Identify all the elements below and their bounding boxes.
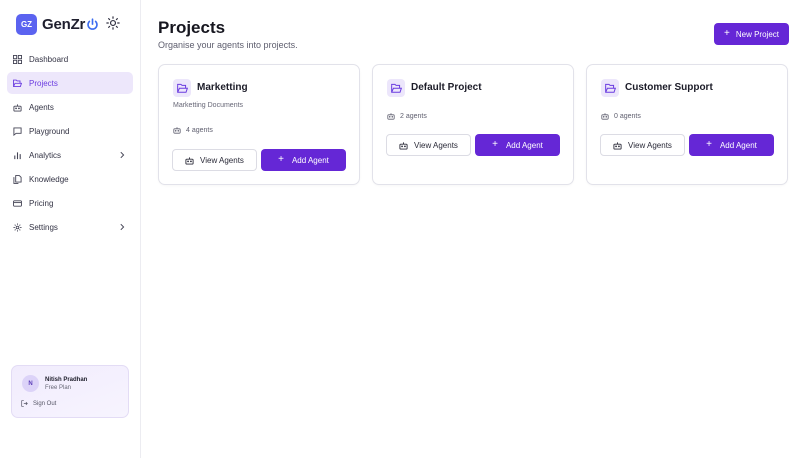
project-card-default-project: Default Project 2 agents View Agents + A… [372,64,574,185]
sidebar-item-knowledge[interactable]: Knowledge [7,168,133,190]
user-plan: Free Plan [45,385,72,391]
chevron-right-icon [120,223,125,231]
view-agents-button[interactable]: View Agents [386,134,471,156]
user-name: Nitish Pradhan [45,377,88,383]
project-description: Marketting Documents [173,102,244,109]
sidebar-item-label: Agents [29,102,54,112]
view-agents-label: View Agents [628,140,672,150]
plus-icon: + [706,139,712,150]
sidebar-item-label: Projects [29,78,58,88]
add-agent-button[interactable]: + Add Agent [261,149,346,171]
agents-count: 4 agents [173,126,213,134]
sidebar-item-analytics[interactable]: Analytics [7,144,133,166]
agents-count: 2 agents [387,112,427,120]
plus-icon: + [492,139,498,150]
add-agent-button[interactable]: + Add Agent [475,134,560,156]
project-name: Default Project [411,82,482,93]
sidebar-item-pricing[interactable]: Pricing [7,192,133,214]
folder-icon [173,79,191,97]
plus-icon: + [278,154,284,165]
agents-count: 0 agents [601,112,641,120]
sidebar-item-dashboard[interactable]: Dashboard [7,48,133,70]
project-card-marketting: Marketting Marketting Documents 4 agents… [158,64,360,185]
folder-icon [13,79,22,88]
sidebar-item-label: Knowledge [29,174,69,184]
gear-icon [13,223,22,232]
add-agent-label: Add Agent [291,155,329,165]
logo-badge: GZ [16,13,37,35]
bot-icon [387,113,395,120]
view-agents-label: View Agents [200,155,244,165]
sign-out-label: Sign Out [33,400,57,407]
chat-icon [13,126,22,136]
bot-icon [13,103,22,112]
agents-count-label: 2 agents [400,112,427,120]
sidebar-item-label: Pricing [29,198,54,208]
view-agents-button[interactable]: View Agents [600,134,685,156]
brand-name: GenZr [42,15,86,33]
bot-icon [601,113,609,120]
sign-out-button[interactable]: Sign Out [21,400,56,407]
page-subtitle: Organise your agents into projects. [158,40,298,50]
sidebar-nav: Dashboard Projects Agents Playground Ana… [7,48,133,240]
sidebar-item-label: Playground [29,126,70,136]
folder-icon [387,79,405,97]
sidebar-item-label: Analytics [29,150,62,160]
view-agents-button[interactable]: View Agents [172,149,257,171]
agents-count-label: 4 agents [186,126,213,134]
sidebar-item-playground[interactable]: Playground [7,120,133,142]
project-name: Customer Support [625,82,713,93]
credit-card-icon [13,199,22,208]
new-project-button[interactable]: + New Project [714,23,789,45]
grid-icon [13,54,22,64]
sidebar-item-label: Dashboard [29,54,69,64]
bot-icon [613,141,622,150]
main-content: Projects Organise your agents into proje… [141,0,806,458]
sidebar-item-settings[interactable]: Settings [7,216,133,238]
user-card: N Nitish Pradhan Free Plan Sign Out [11,365,129,418]
chevron-right-icon [120,151,125,159]
add-agent-label: Add Agent [505,140,543,150]
bar-chart-icon [13,151,22,160]
power-icon [87,17,98,30]
project-card-customer-support: Customer Support 0 agents View Agents + … [586,64,788,185]
sun-icon[interactable] [106,16,120,30]
sidebar-item-label: Settings [29,222,58,232]
view-agents-label: View Agents [414,140,458,150]
files-icon [13,174,22,184]
sidebar-item-agents[interactable]: Agents [7,96,133,118]
agents-count-label: 0 agents [614,112,641,120]
bot-icon [399,141,408,150]
sidebar-item-projects[interactable]: Projects [7,72,133,94]
sidebar: GZ GenZr Dashboard Projects Agents Playg… [0,0,141,458]
new-project-label: New Project [735,29,779,39]
project-name: Marketting [197,82,248,93]
brand[interactable]: GZ GenZr [16,13,99,35]
page-title: Projects [158,18,226,37]
bot-icon [185,156,194,165]
add-agent-label: Add Agent [719,140,757,150]
plus-icon: + [724,28,730,39]
sign-out-icon [21,400,28,407]
bot-icon [173,127,181,134]
folder-icon [601,79,619,97]
avatar: N [22,375,39,392]
add-agent-button[interactable]: + Add Agent [689,134,774,156]
